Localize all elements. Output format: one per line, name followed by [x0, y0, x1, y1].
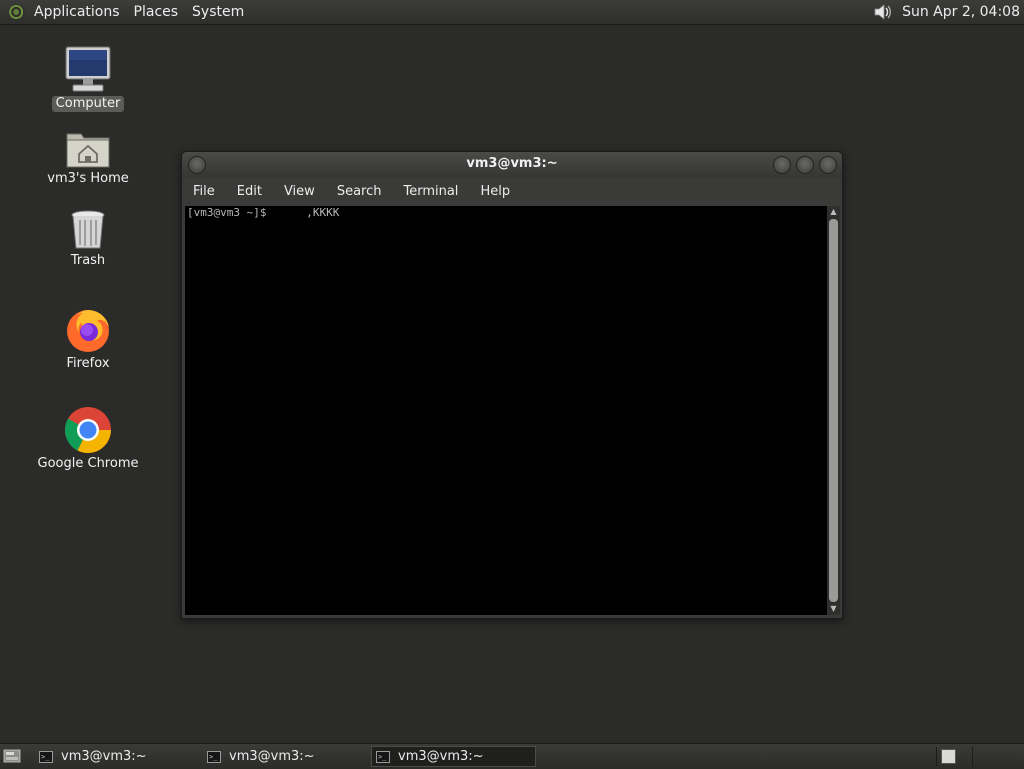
taskbar-item-label: vm3@vm3:~	[229, 749, 315, 764]
taskbar-item-active[interactable]: >_ vm3@vm3:~	[371, 746, 536, 767]
close-button[interactable]	[819, 156, 837, 174]
desktop-icon-label: Google Chrome	[37, 456, 139, 471]
firefox-icon	[67, 310, 109, 352]
desktop-icon-label: Computer	[51, 96, 125, 112]
window-titlebar[interactable]: vm3@vm3:~	[182, 152, 842, 178]
taskbar-item-label: vm3@vm3:~	[61, 749, 147, 764]
menu-places[interactable]: Places	[127, 0, 186, 24]
bottom-panel: >_ vm3@vm3:~ >_ vm3@vm3:~ >_ vm3@vm3:~	[0, 743, 1024, 769]
show-desktop-icon[interactable]	[3, 748, 21, 764]
menu-file[interactable]: File	[182, 184, 226, 199]
terminal-icon: >_	[39, 750, 53, 763]
top-right-tray: Sun Apr 2, 04:08	[872, 0, 1024, 24]
menu-edit[interactable]: Edit	[226, 184, 273, 199]
desktop-icon-label: Trash	[70, 253, 106, 268]
scroll-thumb[interactable]	[829, 219, 838, 602]
menu-applications[interactable]: Applications	[27, 0, 127, 24]
terminal-icon: >_	[376, 750, 390, 763]
distro-logo-icon[interactable]	[9, 4, 25, 20]
menu-help[interactable]: Help	[469, 184, 521, 199]
terminal-output[interactable]: [vm3@vm3 ~]$ ,KKKK	[185, 206, 827, 615]
taskbar-item[interactable]: >_ vm3@vm3:~	[35, 746, 200, 767]
desktop-icon-trash[interactable]: Trash	[33, 209, 143, 269]
home-folder-icon	[66, 133, 110, 168]
terminal-window[interactable]: vm3@vm3:~ File Edit View Search Terminal…	[181, 151, 843, 619]
desktop-icon-label: vm3's Home	[47, 171, 129, 186]
menu-system[interactable]: System	[185, 0, 251, 24]
window-title: vm3@vm3:~	[466, 156, 558, 171]
maximize-button[interactable]	[796, 156, 814, 174]
terminal-menubar: File Edit View Search Terminal Help	[182, 178, 842, 204]
desktop-icon-computer[interactable]: Computer	[33, 46, 143, 112]
taskbar-item[interactable]: >_ vm3@vm3:~	[203, 746, 368, 767]
prompt-line: [vm3@vm3 ~]$ ,KKKK	[187, 206, 340, 219]
desktop-icon-firefox[interactable]: Firefox	[33, 306, 143, 372]
top-panel: Applications Places System Sun Apr 2, 04…	[0, 0, 1024, 25]
scroll-up-arrow-icon[interactable]: ▲	[827, 206, 840, 218]
desktop-icon-label: Firefox	[66, 356, 110, 371]
computer-icon	[65, 46, 111, 92]
terminal-icon: >_	[207, 750, 221, 763]
top-menu: Applications Places System	[27, 0, 251, 24]
chrome-icon	[64, 407, 111, 453]
trash-icon	[71, 210, 105, 249]
desktop-icon-chrome[interactable]: Google Chrome	[33, 406, 143, 472]
workspace-2[interactable]	[972, 747, 1008, 766]
desktop-icon-home[interactable]: vm3's Home	[33, 129, 143, 187]
menu-search[interactable]: Search	[326, 184, 393, 199]
workspace-1[interactable]	[936, 747, 972, 766]
menu-view[interactable]: View	[273, 184, 326, 199]
clock[interactable]: Sun Apr 2, 04:08	[892, 4, 1024, 20]
menu-terminal[interactable]: Terminal	[392, 184, 469, 199]
scrollbar[interactable]: ▲ ▼	[827, 206, 840, 615]
scroll-down-arrow-icon[interactable]: ▼	[827, 603, 840, 615]
volume-icon[interactable]	[872, 2, 892, 22]
taskbar-item-label: vm3@vm3:~	[398, 749, 484, 764]
minimize-button[interactable]	[773, 156, 791, 174]
